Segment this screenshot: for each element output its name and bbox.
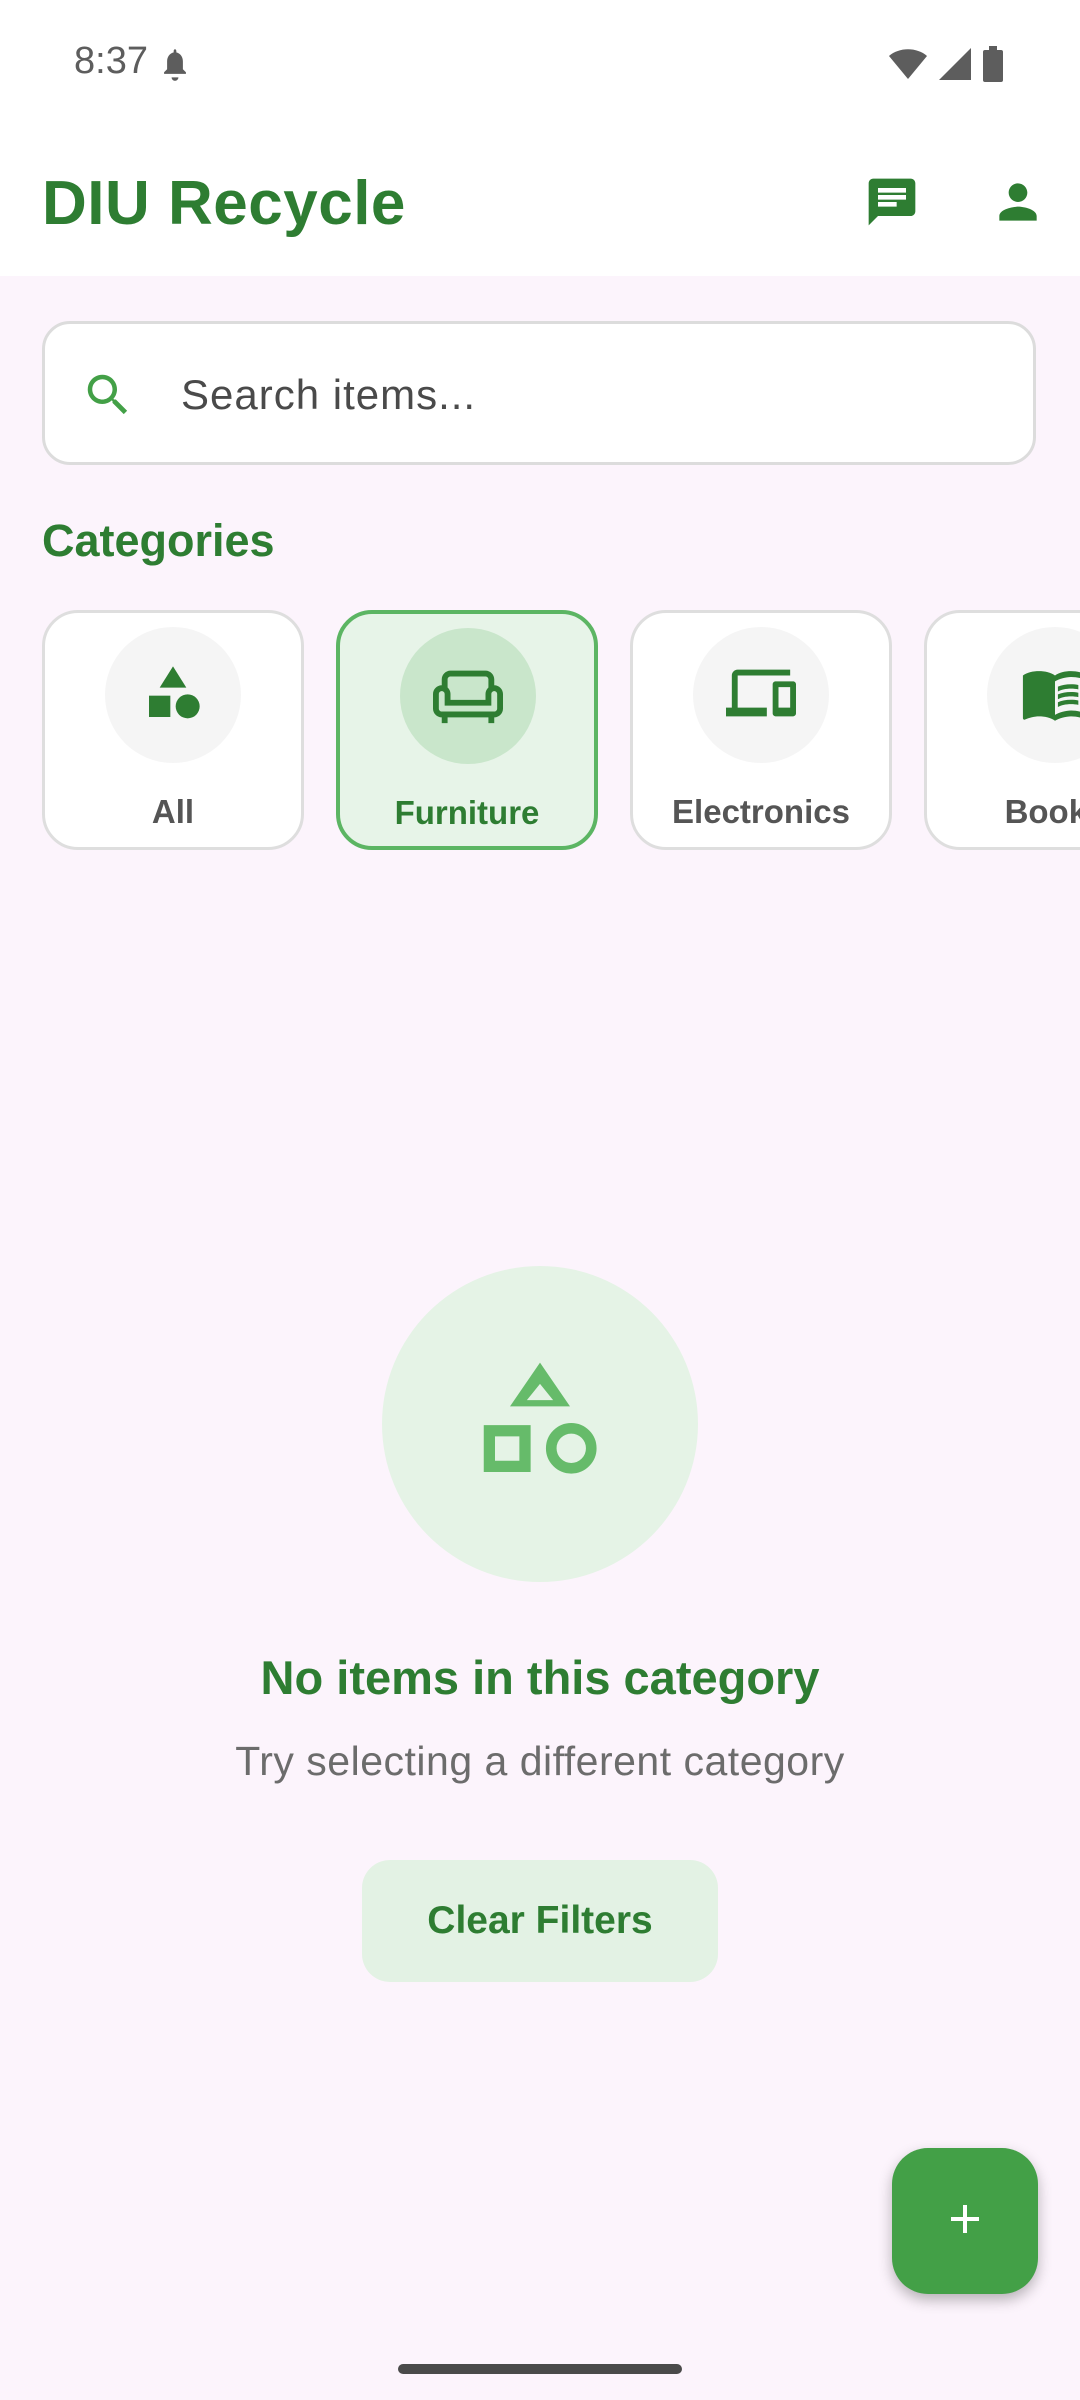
clear-filters-button[interactable]: Clear Filters	[362, 1860, 718, 1982]
search-bar[interactable]	[42, 321, 1036, 465]
signal-icon	[938, 47, 972, 86]
category-icon-container	[987, 627, 1080, 763]
shapes-icon	[465, 1347, 615, 1502]
devices-icon	[726, 658, 796, 733]
status-bar: 8:37	[0, 0, 1080, 132]
status-icons	[888, 46, 1004, 87]
category-icon-container	[693, 627, 829, 763]
empty-state-subtitle: Try selecting a different category	[235, 1738, 845, 1784]
category-card-furniture[interactable]: Furniture	[336, 610, 598, 850]
chat-button[interactable]	[856, 168, 928, 240]
category-label: Books	[1004, 793, 1080, 830]
wifi-icon	[888, 48, 928, 85]
notification-bell-icon	[160, 48, 190, 87]
categories-title: Categories	[42, 515, 275, 566]
profile-icon	[990, 174, 1046, 235]
chat-icon	[864, 174, 920, 235]
app-title: DIU Recycle	[42, 169, 406, 238]
profile-button[interactable]	[982, 168, 1054, 240]
app-bar: DIU Recycle	[0, 132, 1080, 276]
category-icon-container	[105, 627, 241, 763]
category-label: All	[151, 793, 195, 830]
search-icon	[81, 368, 135, 427]
add-item-button[interactable]	[892, 2148, 1038, 2294]
book-icon	[1020, 658, 1080, 733]
plus-icon	[941, 2195, 989, 2248]
battery-icon	[982, 46, 1004, 87]
app-screen: 8:37 DIU Recycle Search items... Categor…	[0, 0, 1080, 2400]
category-label: Furniture	[394, 794, 540, 831]
category-card-electronics[interactable]: Electronics	[630, 610, 892, 850]
gesture-navigation-bar[interactable]	[398, 2364, 682, 2374]
empty-state-title: No items in this category	[260, 1651, 820, 1704]
sofa-icon	[433, 659, 503, 734]
status-time: 8:37	[74, 40, 148, 82]
shapes-icon	[141, 661, 205, 730]
empty-state-illustration	[382, 1266, 698, 1582]
category-icon-container	[400, 628, 536, 764]
category-label: Electronics	[672, 793, 850, 830]
search-input[interactable]	[179, 358, 1003, 432]
category-card-all[interactable]: All	[42, 610, 304, 850]
category-card-books[interactable]: Books	[924, 610, 1080, 850]
